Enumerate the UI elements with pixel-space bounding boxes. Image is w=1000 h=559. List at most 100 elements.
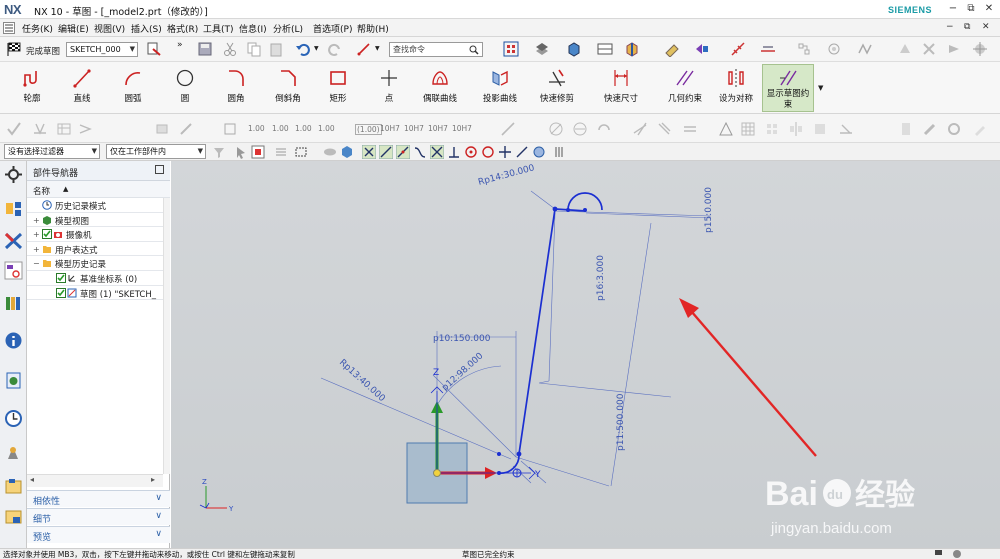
wave-link-icon[interactable] (857, 41, 873, 57)
checkbox-checked-icon[interactable] (56, 273, 66, 283)
navigator-tree-row[interactable]: 草图 (1) "SKETCH_ (27, 286, 163, 301)
alternate-icon[interactable] (178, 121, 193, 136)
minimize-button[interactable]: − (944, 2, 962, 16)
sketch-name-select[interactable]: SKETCH_000 ▼ (66, 42, 138, 57)
menu-tools[interactable]: 工具(T) (203, 22, 234, 35)
scroll-right-icon[interactable]: ▸ (151, 475, 155, 484)
save-icon[interactable] (197, 41, 213, 57)
menu-help[interactable]: 帮助(H) (357, 22, 389, 35)
cut-icon[interactable] (222, 41, 238, 57)
menu-edit[interactable]: 编辑(E) (58, 22, 89, 35)
line-dropdown-icon[interactable]: ▼ (375, 45, 380, 52)
snap-midpoint-icon[interactable] (379, 145, 393, 159)
measure-dim-icon[interactable] (838, 121, 853, 136)
redo-constraint-icon[interactable] (596, 121, 611, 136)
expand-icon[interactable]: + (33, 230, 40, 239)
reuse-library-icon[interactable] (4, 293, 23, 312)
select-general-icon[interactable] (234, 145, 248, 159)
menu-preferences[interactable]: 首选项(P) (313, 22, 352, 35)
pencil-icon[interactable] (922, 121, 937, 136)
constraint-navigator-icon[interactable] (4, 231, 23, 250)
history-icon[interactable] (4, 409, 23, 428)
perpendicular-icon[interactable] (548, 121, 563, 136)
measure-icon[interactable] (760, 41, 776, 57)
menu-view[interactable]: 视图(V) (94, 22, 125, 35)
offset-curve-button[interactable]: 偶联曲线 (410, 64, 470, 112)
relations-icon[interactable] (78, 121, 93, 136)
dimension-p15[interactable]: p15:0.000 (704, 187, 714, 233)
navigator-tree-row[interactable]: + 模型视图 (27, 213, 163, 228)
system-scenes-icon[interactable] (4, 507, 23, 526)
expand-icon[interactable]: + (33, 216, 40, 225)
triangle-icon[interactable] (718, 121, 733, 136)
csys-icon[interactable] (730, 41, 746, 57)
graphics-window[interactable]: Z Y Rp14:30.000 p15:0.000 p16:3.000 p10:… (171, 161, 1000, 548)
make-symmetric-button[interactable]: 设为对称 (706, 64, 766, 112)
paste-icon[interactable] (268, 41, 284, 57)
pdf-icon[interactable] (898, 121, 913, 136)
pattern-icon[interactable] (826, 41, 842, 57)
concentric-icon[interactable] (572, 121, 587, 136)
auto-constrain-icon[interactable] (32, 121, 47, 136)
vertex-corner[interactable] (516, 451, 522, 457)
vertex-arc-center-lower[interactable] (497, 452, 501, 456)
finish-sketch-button[interactable]: 完成草图 (26, 45, 60, 57)
doc-minimize-button[interactable]: − (946, 22, 954, 32)
pattern-grid-icon[interactable] (764, 121, 779, 136)
menu-info[interactable]: 信息(I) (239, 22, 267, 35)
inferred-icon[interactable] (632, 121, 647, 136)
assembly-navigator-icon[interactable] (4, 199, 23, 218)
dim-style-4[interactable]: 1.00 (318, 124, 335, 133)
driven-dimension-icon[interactable] (222, 121, 237, 136)
grid-icon[interactable] (740, 121, 755, 136)
navigator-column-header[interactable]: 名称 ▲ (27, 181, 170, 198)
dimension-p16[interactable]: p16:3.000 (596, 255, 606, 301)
vertex-top-left[interactable] (552, 206, 558, 212)
rectangle-select-icon[interactable] (294, 145, 308, 159)
panel-dependencies[interactable]: 相依性 ∨ (27, 490, 170, 507)
select-tree-icon[interactable] (274, 145, 288, 159)
menu-analysis[interactable]: 分析(L) (273, 22, 303, 35)
trim-recipe-icon[interactable] (500, 121, 515, 136)
select-priority-icon[interactable] (694, 41, 710, 57)
arc-button[interactable]: 圆弧 (103, 64, 163, 112)
menu-insert[interactable]: 插入(S) (131, 22, 162, 35)
hd3d-tools-icon[interactable] (4, 331, 23, 350)
constraint-check-icon[interactable] (6, 121, 21, 136)
tool-icon[interactable] (972, 121, 987, 136)
quick-trim-button[interactable]: 快速修剪 (527, 64, 587, 112)
section-view-icon[interactable] (624, 41, 640, 57)
doc-restore-button[interactable]: ⧉ (964, 22, 970, 32)
quick-dimension-button[interactable]: 快速尺寸 (591, 64, 651, 112)
solid-body-icon[interactable] (340, 145, 354, 159)
settings-icon[interactable] (4, 165, 23, 184)
ribbon-more-icon[interactable]: ▼ (818, 84, 823, 92)
snap-tangent-icon[interactable] (532, 145, 546, 159)
component-icon[interactable] (897, 41, 913, 57)
snap-perpendicular-icon[interactable] (447, 145, 461, 159)
snap-line-icon[interactable] (396, 145, 410, 159)
snap-intersection-icon[interactable] (430, 145, 444, 159)
explode-icon[interactable] (972, 41, 988, 57)
dim-style-3[interactable]: 1.00 (295, 124, 312, 133)
checkbox-checked-icon[interactable] (56, 287, 66, 298)
maximize-icon[interactable] (155, 165, 164, 174)
dim-style-8[interactable]: 10H7 (428, 124, 448, 133)
part-navigator-icon[interactable] (4, 261, 23, 280)
copy-icon[interactable] (246, 41, 262, 57)
restore-button[interactable]: ⧉ (962, 2, 980, 16)
navigator-tree-row[interactable]: + 用户表达式 (27, 242, 163, 257)
panel-details[interactable]: 细节 ∨ (27, 508, 170, 525)
snap-icon[interactable] (664, 41, 680, 57)
constraint-icon[interactable] (921, 41, 937, 57)
snap-quadrant-icon[interactable] (481, 145, 495, 159)
roles-icon[interactable] (4, 477, 23, 496)
search-input[interactable]: 查找命令 (389, 42, 483, 57)
navigator-tree-row[interactable]: + 摄像机 (27, 227, 163, 242)
scroll-left-icon[interactable]: ◂ (30, 475, 34, 484)
dim-style-6[interactable]: 10H7 (380, 124, 400, 133)
layer-icon[interactable] (597, 41, 613, 57)
view-orient-icon[interactable] (503, 41, 519, 57)
menu-dropdown-icon[interactable] (3, 22, 15, 34)
fillet-button[interactable]: 圆角 (206, 64, 266, 112)
